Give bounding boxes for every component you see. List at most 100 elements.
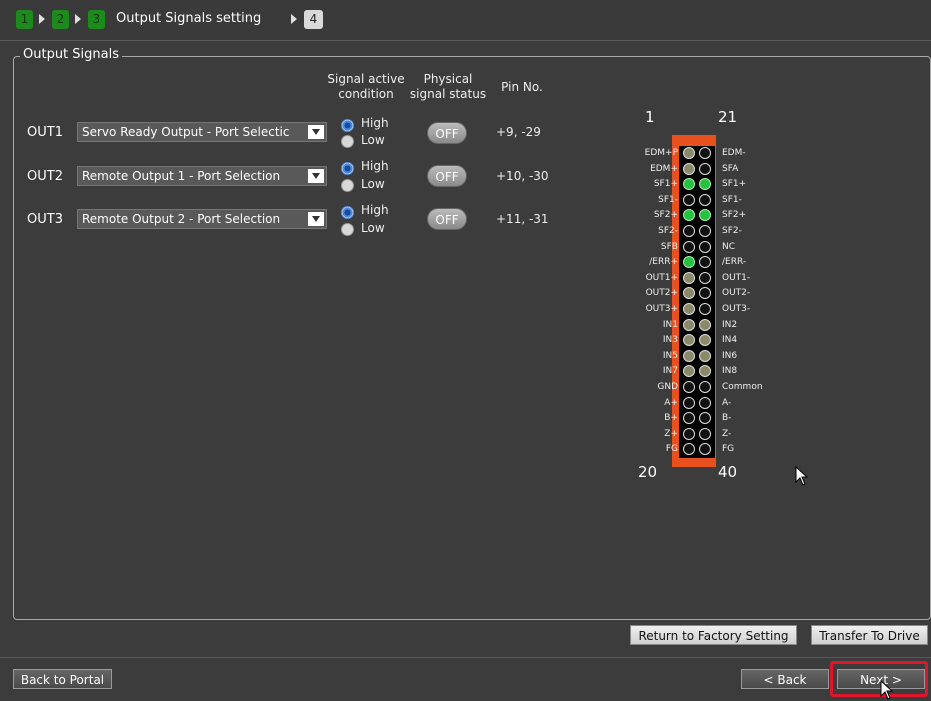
connector-left-pin: [683, 271, 695, 284]
connector-right-pin-label: IN4: [722, 335, 738, 346]
out1-low-radio[interactable]: [341, 135, 354, 148]
connector-right-pin-label: Common: [722, 382, 763, 392]
chevron-down-icon[interactable]: [308, 125, 324, 139]
chevron-down-icon[interactable]: [308, 169, 324, 183]
connector-left-pin-label: /ERR+: [649, 257, 678, 268]
connector-left-pin: [683, 225, 695, 237]
connector-left-pin: [683, 147, 695, 159]
connector-right-pin-label: SF1+: [722, 179, 747, 190]
out2-high-label: High: [361, 159, 389, 173]
out3-selected-value: Remote Output 2 - Port Selection: [82, 212, 281, 226]
connector-left-pin-label: IN5: [662, 350, 678, 361]
wizard-breadcrumb: 1 2 3 Output Signals setting 4: [0, 0, 931, 41]
physical-status-header: Physical signal status: [406, 72, 490, 102]
connector-left-pin: [683, 427, 695, 440]
header-line: Physical: [423, 72, 473, 86]
chevron-right-icon: [75, 14, 81, 24]
step-2-badge[interactable]: 2: [52, 10, 69, 29]
connector-pin-40-label: 40: [718, 463, 738, 481]
connector-right-pin-label: Z-: [722, 428, 732, 439]
header-line: signal status: [409, 87, 487, 101]
out3-port-select[interactable]: Remote Output 2 - Port Selection: [77, 209, 327, 229]
connector-left-pin: [683, 349, 695, 362]
out3-low-label: Low: [361, 221, 385, 235]
chevron-right-icon: [39, 14, 45, 24]
connector-right-pin-label: /ERR-: [722, 257, 747, 268]
group-title: Output Signals: [20, 47, 122, 62]
header-line: condition: [338, 87, 394, 101]
step-1-badge[interactable]: 1: [16, 10, 33, 29]
connector-left-pin-label: A+: [664, 397, 678, 408]
signal-active-header: Signal active condition: [320, 72, 412, 102]
connector-left-pin-label: OUT3+: [645, 304, 678, 314]
out1-port-select[interactable]: Servo Ready Output - Port Selectic: [77, 122, 327, 142]
connector-right-pin-label: SF1-: [722, 194, 742, 205]
connector-pin-field: [679, 146, 715, 458]
header-line: Signal active: [327, 72, 405, 86]
connector-left-pin-label: Z+: [664, 428, 678, 439]
out2-low-label: Low: [361, 177, 385, 191]
mouse-cursor-icon: [880, 680, 894, 700]
connector-right-pin: [699, 381, 711, 393]
next-button-highlight: [830, 661, 928, 697]
connector-right-pin: [699, 147, 711, 159]
out2-selected-value: Remote Output 1 - Port Selection: [82, 169, 281, 183]
out2-low-radio[interactable]: [341, 179, 354, 192]
out3-pin-no: +11, -31: [496, 212, 549, 226]
connector-right-pin: [699, 349, 711, 362]
out2-port-select[interactable]: Remote Output 1 - Port Selection: [77, 166, 327, 186]
connector-left-pin: [683, 381, 695, 393]
connector-left-pin: [683, 240, 695, 253]
connector-right-pin: [699, 271, 711, 284]
back-button[interactable]: < Back: [741, 669, 829, 689]
connector-right-pin: [699, 396, 711, 409]
connector-left-pin-label: SFB: [660, 241, 678, 252]
back-to-portal-button[interactable]: Back to Portal: [13, 669, 112, 689]
connector-left-pin-label: OUT2+: [645, 288, 678, 299]
connector-right-pin-label: IN8: [722, 366, 738, 377]
out2-status-indicator: OFF: [427, 165, 467, 187]
connector-right-pin: [699, 162, 711, 175]
out3-status-indicator: OFF: [427, 208, 467, 230]
connector-right-pin-label: NC: [722, 241, 736, 252]
connector-left-pin-label: SF2+: [653, 210, 678, 221]
step-3-badge[interactable]: 3: [88, 10, 105, 29]
connector-right-pin: [699, 427, 711, 440]
connector-left-pin-label: SF1+: [653, 179, 678, 190]
chevron-down-icon[interactable]: [308, 212, 324, 226]
connector-right-pin-label: SF2-: [722, 226, 742, 236]
connector-left-pin-label: GND: [657, 382, 678, 392]
out1-low-label: Low: [361, 133, 385, 147]
connector-left-pin-label: IN7: [662, 366, 678, 377]
out3-label: OUT3: [27, 212, 63, 227]
connector-right-pin-label: FG: [722, 444, 735, 455]
mouse-cursor-icon: [795, 466, 809, 486]
out3-high-radio[interactable]: [341, 206, 354, 219]
connector-left-pin-label: B+: [664, 413, 678, 424]
connector-left-pin-label: EDM+P: [644, 148, 678, 158]
out1-high-label: High: [361, 116, 389, 130]
connector-right-pin-label: IN2: [722, 319, 738, 330]
out2-high-radio[interactable]: [341, 162, 354, 175]
connector-pin-21-label: 21: [718, 108, 738, 126]
connector-right-pin: [699, 193, 711, 206]
connector-right-pin: [699, 240, 711, 253]
out2-pin-no: +10, -30: [496, 169, 549, 183]
return-factory-setting-button[interactable]: Return to Factory Setting: [630, 625, 797, 645]
footer-divider: [0, 657, 931, 658]
connector-right-pin: [699, 225, 711, 237]
transfer-to-drive-button[interactable]: Transfer To Drive: [811, 625, 928, 645]
out1-selected-value: Servo Ready Output - Port Selectic: [82, 125, 290, 139]
connector-left-pin-label: EDM+: [650, 163, 678, 174]
connector-left-pin: [683, 318, 695, 331]
current-step-title: Output Signals setting: [116, 11, 262, 26]
connector-right-pin-label: SF2+: [722, 210, 747, 221]
connector-right-pin-label: OUT2-: [722, 288, 751, 299]
connector-left-pin-label: SF2-: [658, 226, 678, 236]
out3-low-radio[interactable]: [341, 223, 354, 236]
step-4-badge[interactable]: 4: [304, 10, 323, 29]
connector-left-pin: [683, 162, 695, 175]
connector-right-pin-label: EDM-: [722, 148, 746, 158]
out1-high-radio[interactable]: [341, 119, 354, 132]
connector-left-pin: [683, 303, 695, 315]
